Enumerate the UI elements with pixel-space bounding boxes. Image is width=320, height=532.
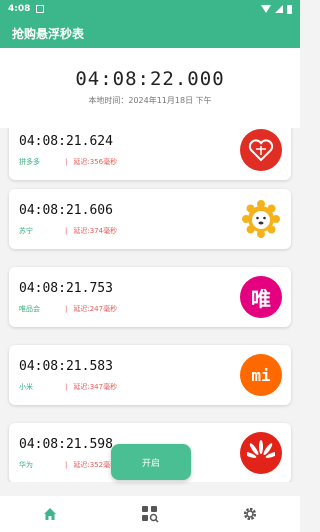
wifi-icon [261,5,271,13]
bottom-nav [0,496,300,532]
suning-logo [240,198,282,240]
clock-header: 04:08:22.000 本地时间：2024年11月18日 下午 [0,48,300,128]
main-clock: 04:08:22.000 [75,68,225,90]
platform-meta: 华为 | 延迟:352毫秒 [19,461,118,469]
platform-delay: 延迟:247毫秒 [73,305,118,313]
platform-name: 华为 [19,461,33,469]
platform-name: 小米 [19,383,33,391]
huawei-logo [240,432,282,474]
list-item[interactable]: 04:08:21.624 拼多多 | 延迟:356毫秒 [9,128,291,180]
signal-icon [275,5,283,13]
nav-home[interactable] [0,496,100,532]
platform-time: 04:08:21.624 [19,134,113,149]
status-bar: 4:08 [0,0,300,18]
app-title: 抢购悬浮秒表 [12,26,85,41]
list-item[interactable]: 04:08:21.753 唯品会 | 延迟:247毫秒 唯 [9,267,291,327]
vipshop-logo: 唯 [240,276,282,318]
xiaomi-logo: mi [240,354,282,396]
platform-name: 苏宁 [19,227,33,235]
apps-search-icon [142,506,159,523]
list-item[interactable]: 04:08:21.606 苏宁 | 延迟:374毫秒 [9,189,291,249]
platform-delay: 延迟:347毫秒 [73,383,118,391]
status-icons [261,4,292,14]
platform-time: 04:08:21.583 [19,359,113,374]
platform-time: 04:08:21.598 [19,437,113,452]
platform-delay: 延迟:356毫秒 [73,158,118,166]
home-icon [44,508,56,520]
notification-icon [36,5,45,13]
platform-time: 04:08:21.753 [19,281,113,296]
nav-apps[interactable] [100,496,200,532]
platform-delay: 延迟:374毫秒 [73,227,118,235]
start-button-label: 开启 [141,458,160,469]
platform-meta: 苏宁 | 延迟:374毫秒 [19,227,118,235]
platform-time: 04:08:21.606 [19,203,113,218]
start-button[interactable]: 开启 [111,444,191,480]
platform-name: 唯品会 [19,305,40,313]
settings-icon [243,507,257,521]
platform-list[interactable]: 04:08:21.624 拼多多 | 延迟:356毫秒 04:08:21.606… [0,128,300,482]
nav-settings[interactable] [200,496,300,532]
pinduoduo-logo [240,129,282,171]
platform-meta: 唯品会 | 延迟:247毫秒 [19,305,118,313]
platform-name: 拼多多 [19,158,40,166]
local-date: 本地时间：2024年11月18日 下午 [88,96,212,105]
platform-meta: 小米 | 延迟:347毫秒 [19,383,118,391]
status-time: 4:08 [8,4,31,14]
app-bar: 抢购悬浮秒表 [0,18,300,48]
list-item[interactable]: 04:08:21.583 小米 | 延迟:347毫秒 mi [9,345,291,405]
battery-icon [287,4,292,14]
platform-meta: 拼多多 | 延迟:356毫秒 [19,158,118,166]
